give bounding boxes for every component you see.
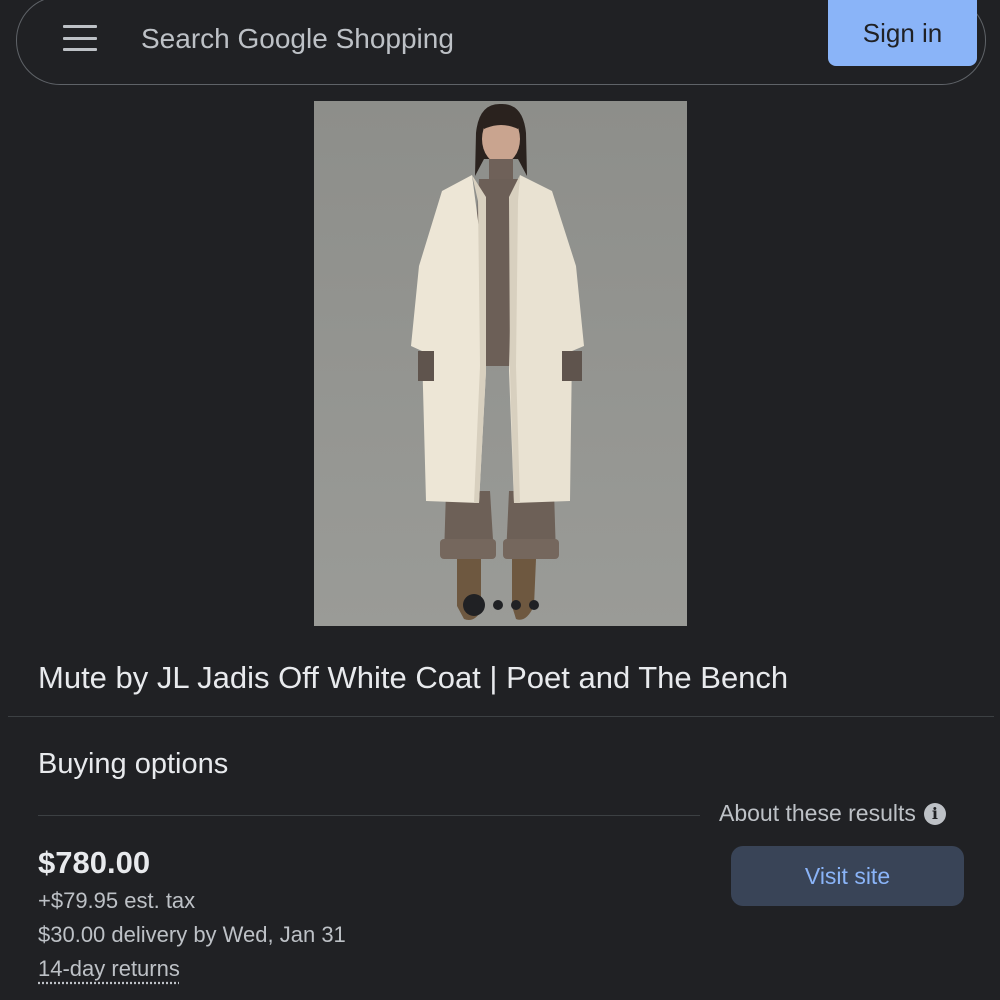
visit-site-button[interactable]: Visit site — [731, 846, 964, 906]
product-title: Mute by JL Jadis Off White Coat | Poet a… — [38, 660, 789, 695]
offer-price: $780.00 — [38, 845, 151, 880]
sign-in-button[interactable]: Sign in — [828, 0, 977, 66]
about-results-label: About these results — [719, 800, 916, 826]
carousel-dot[interactable] — [528, 600, 539, 610]
carousel-dot[interactable] — [462, 594, 485, 616]
product-photo — [314, 101, 687, 626]
divider — [8, 716, 994, 717]
product-image[interactable] — [314, 101, 687, 626]
buying-options-heading: Buying options — [38, 748, 229, 780]
info-icon: i — [923, 802, 946, 825]
image-carousel-dots — [314, 594, 687, 616]
about-these-results-link[interactable]: About these results i — [719, 800, 946, 827]
returns-link[interactable]: 14-day returns — [38, 956, 180, 982]
menu-icon[interactable] — [63, 25, 97, 51]
divider — [38, 815, 700, 816]
carousel-dot[interactable] — [510, 600, 521, 610]
carousel-dot[interactable] — [492, 600, 503, 610]
offer-tax: +$79.95 est. tax — [38, 888, 196, 913]
offer-delivery: $30.00 delivery by Wed, Jan 31 — [38, 922, 346, 947]
shopping-product-page: Sign in — [0, 0, 1000, 1000]
search-input[interactable] — [141, 17, 701, 61]
